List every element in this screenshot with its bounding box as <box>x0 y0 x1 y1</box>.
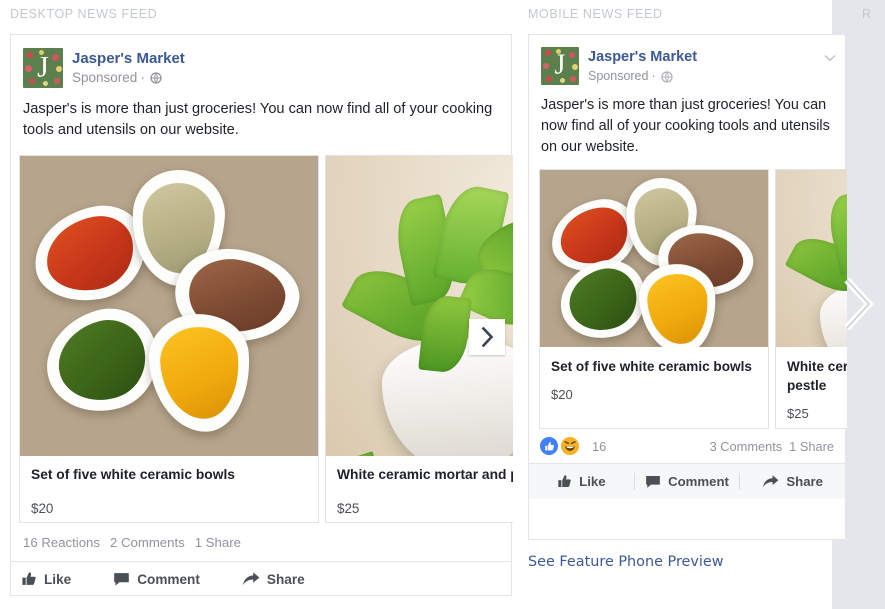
comment-bubble-icon <box>114 573 130 586</box>
product-title: White ceramic mortar and pestle <box>337 467 513 482</box>
like-label: Like <box>579 474 606 489</box>
mobile-news-feed-label: MOBILE NEWS FEED <box>528 7 663 21</box>
page-name-link[interactable]: Jasper's Market <box>588 48 697 67</box>
comments-count[interactable]: 2 Comments <box>110 535 185 550</box>
product-price: $25 <box>337 501 360 516</box>
chevron-right-large-icon[interactable] <box>840 276 876 332</box>
spice-bowls-photo <box>540 170 768 347</box>
desktop-ad-card: J Jasper's Market Sponsored · Jasper's i… <box>10 34 513 596</box>
comment-label: Comment <box>668 474 729 489</box>
thumbs-up-icon <box>558 475 571 488</box>
page-name-link[interactable]: Jasper's Market <box>72 49 185 68</box>
mobile-post-body: Jasper's is more than just groceries! Yo… <box>541 97 830 155</box>
mobile-engagement-counts: 16 3 Comments 1 Share <box>529 429 845 463</box>
like-label: Like <box>44 571 72 587</box>
mobile-post-header: J Jasper's Market Sponsored · <box>529 35 845 85</box>
comment-bubble-icon <box>646 475 660 488</box>
haha-reaction-icon <box>561 437 579 455</box>
shares-count[interactable]: 1 Share <box>789 439 834 454</box>
comments-count[interactable]: 3 Comments <box>710 439 783 454</box>
sponsored-line: Sponsored · <box>72 69 185 86</box>
share-button[interactable]: Share <box>242 571 305 587</box>
like-button[interactable]: Like <box>21 571 71 587</box>
like-reaction-icon <box>540 437 558 455</box>
separator-dot: · <box>140 70 145 85</box>
desktop-news-feed-label: DESKTOP NEWS FEED <box>10 7 158 21</box>
chevron-down-icon[interactable] <box>823 51 837 65</box>
product-title: Set of five white ceramic bowls <box>551 359 752 374</box>
carousel-item[interactable]: White ceramic mortar and pestle $25 <box>775 169 847 429</box>
chevron-right-icon <box>481 327 493 347</box>
see-feature-phone-preview-link[interactable]: See Feature Phone Preview <box>528 554 724 570</box>
mobile-ad-card: J Jasper's Market Sponsored · Jasper's i… <box>528 34 847 540</box>
reactions-count[interactable]: 16 Reactions <box>23 535 100 550</box>
mint-mortar-photo <box>326 156 513 456</box>
product-title: Set of five white ceramic bowls <box>31 467 235 482</box>
product-price: $20 <box>551 387 573 402</box>
comment-label: Comment <box>137 571 200 587</box>
thumbs-up-icon <box>22 572 36 585</box>
mint-mortar-photo <box>776 170 847 347</box>
globe-icon <box>150 71 162 84</box>
avatar[interactable]: J <box>23 48 63 88</box>
spice-bowls-photo <box>20 156 318 456</box>
avatar[interactable]: J <box>541 47 579 85</box>
desktop-post-body: Jasper's is more than just groceries! Yo… <box>23 101 493 138</box>
like-button[interactable]: Like <box>529 474 634 489</box>
share-label: Share <box>266 571 305 587</box>
avatar-letter: J <box>554 49 566 81</box>
sponsored-line: Sponsored · <box>588 68 697 85</box>
share-arrow-icon <box>242 572 260 586</box>
comment-button[interactable]: Comment <box>113 571 200 587</box>
shares-count[interactable]: 1 Share <box>195 535 241 550</box>
mobile-carousel[interactable]: Set of five white ceramic bowls $20 Whit… <box>539 169 847 429</box>
comment-button[interactable]: Comment <box>635 474 740 489</box>
mobile-action-bar: Like Comment Share <box>529 463 845 499</box>
share-button[interactable]: Share <box>740 474 845 489</box>
share-label: Share <box>786 474 823 489</box>
carousel-item[interactable]: Set of five white ceramic bowls $20 <box>539 169 769 429</box>
avatar-letter: J <box>37 50 49 84</box>
ad-preview-page: DESKTOP NEWS FEED MOBILE NEWS FEED R J J… <box>0 0 885 609</box>
carousel-item[interactable]: Set of five white ceramic bowls $20 <box>19 155 319 523</box>
product-title: White ceramic mortar and pestle <box>787 359 847 393</box>
share-arrow-icon <box>763 475 779 488</box>
sponsored-label[interactable]: Sponsored <box>72 69 137 86</box>
desktop-carousel[interactable]: Set of five white ceramic bowls $20 Whit… <box>19 155 513 523</box>
desktop-post-header: J Jasper's Market Sponsored · <box>11 35 511 88</box>
globe-icon <box>660 70 673 83</box>
separator-dot: · <box>651 69 656 83</box>
desktop-action-bar: Like Comment Share <box>11 561 511 595</box>
carousel-next-button[interactable] <box>469 319 505 355</box>
reaction-count: 16 <box>592 438 607 454</box>
desktop-engagement-counts: 16 Reactions 2 Comments 1 Share <box>11 523 511 561</box>
right-column-label: R <box>862 7 872 21</box>
product-price: $20 <box>31 501 54 516</box>
product-price: $25 <box>787 406 809 421</box>
sponsored-label[interactable]: Sponsored <box>588 68 648 85</box>
